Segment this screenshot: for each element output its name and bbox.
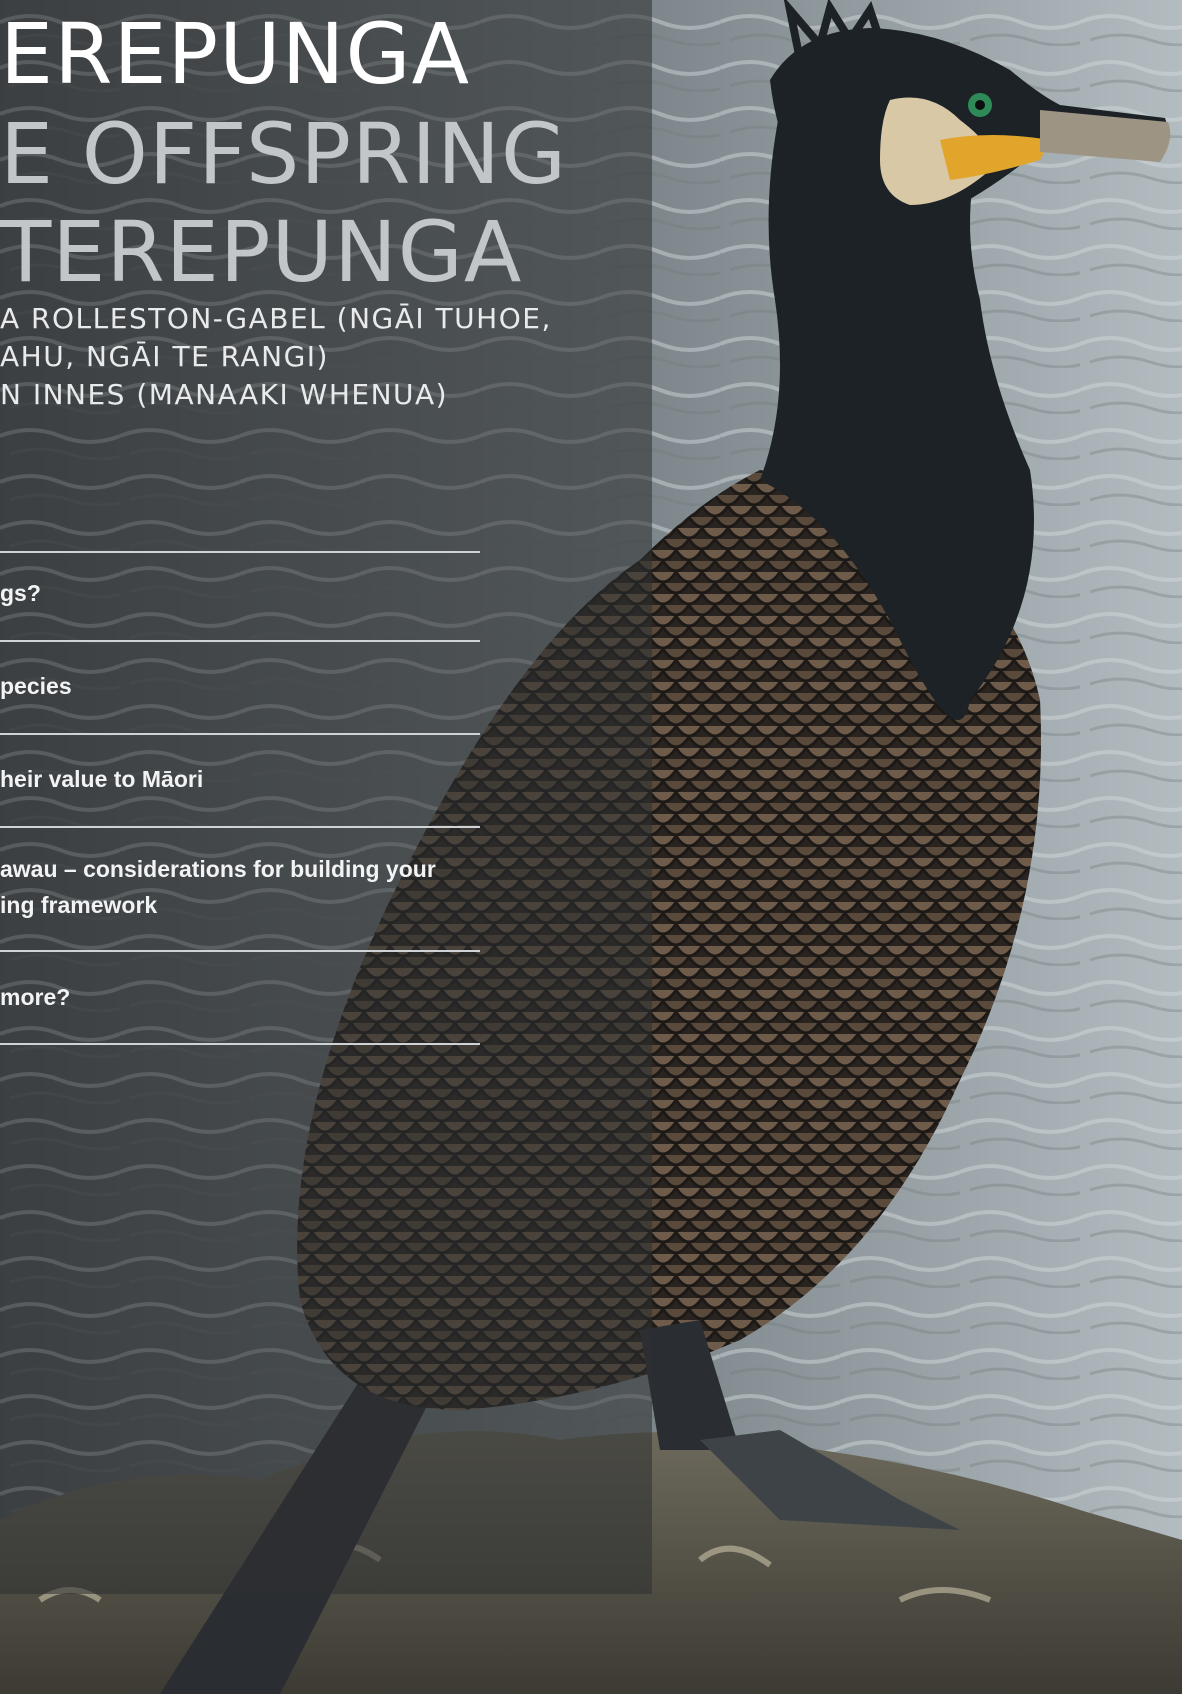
- cover-title-line-1: EREPUNGA: [0, 5, 471, 103]
- contents-entry-2-text: pecies: [0, 673, 72, 699]
- author-line-1: A ROLLESTON-GABEL (NGĀI TUHOE,: [0, 302, 552, 335]
- contents-entry-2[interactable]: pecies: [0, 668, 470, 704]
- contents-entry-4-line-2: ing framework: [0, 892, 158, 918]
- author-line-3: N INNES (MANAAKI WHENUA): [0, 378, 449, 411]
- cover-title-line-3: TEREPUNGA: [0, 203, 523, 301]
- contents-divider: [0, 1043, 480, 1045]
- contents-entry-3-text: heir value to Māori: [0, 766, 204, 792]
- contents-entry-5-text: more?: [0, 984, 71, 1010]
- contents-divider: [0, 551, 480, 553]
- cover-title-line-2: E OFFSPRING: [0, 105, 568, 203]
- contents-divider: [0, 950, 480, 952]
- contents-entry-1[interactable]: gs?: [0, 575, 470, 611]
- contents-divider: [0, 826, 480, 828]
- contents-entry-4[interactable]: awau – considerations for building your …: [0, 851, 470, 923]
- contents-entry-4-line-1: awau – considerations for building your: [0, 856, 436, 882]
- contents-entry-5[interactable]: more?: [0, 979, 470, 1015]
- contents-entry-1-text: gs?: [0, 580, 41, 606]
- author-line-2: AHU, NGĀI TE RANGI): [0, 340, 329, 373]
- contents-entry-3[interactable]: heir value to Māori: [0, 761, 470, 797]
- contents-divider: [0, 733, 480, 735]
- contents-divider: [0, 640, 480, 642]
